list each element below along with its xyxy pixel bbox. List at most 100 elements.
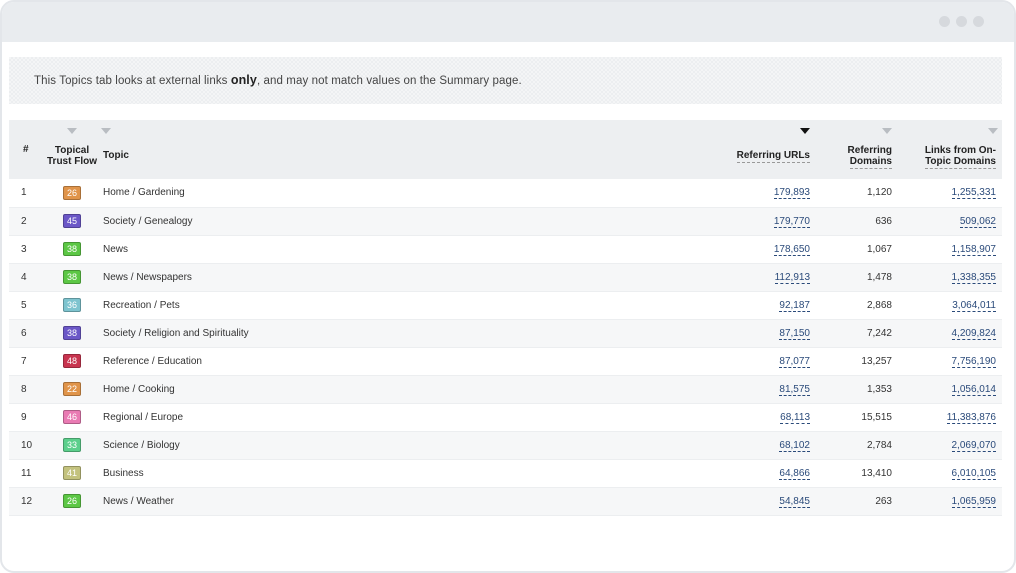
row-number: 6: [21, 327, 27, 339]
referring-urls-link[interactable]: 81,575: [779, 383, 810, 396]
table-row: 5 36 Recreation / Pets 92,187 2,868 3,064,011: [9, 291, 1002, 319]
referring-urls-cell: 81,575: [700, 375, 820, 403]
referring-domains-value: 1,067: [866, 243, 892, 255]
row-number: 3: [21, 243, 27, 255]
referring-domains-value: 1,478: [866, 271, 892, 283]
referring-domains-value: 13,410: [861, 467, 892, 479]
referring-domains-value: 15,515: [861, 411, 892, 423]
referring-urls-link[interactable]: 112,913: [774, 271, 810, 284]
topic-name: News / Weather: [103, 495, 174, 507]
referring-domains-value: 2,784: [866, 439, 892, 451]
row-number: 12: [21, 495, 33, 507]
topic-name: Regional / Europe: [103, 411, 184, 423]
referring-urls-link[interactable]: 64,866: [779, 467, 810, 480]
table-row: 10 33 Science / Biology 68,102 2,784 2,069,07…: [9, 431, 1002, 459]
header-topical-trust-flow[interactable]: Topical Trust Flow: [43, 120, 101, 179]
topics-notice: This Topics tab looks at external links …: [9, 57, 1002, 104]
referring-urls-cell: 68,102: [700, 431, 820, 459]
sort-arrow-icon[interactable]: [988, 128, 998, 134]
table-row: 12 26 News / Weather 54,845 263 1,065,959: [9, 487, 1002, 515]
header-topic[interactable]: Topic: [101, 120, 700, 179]
referring-urls-link[interactable]: 92,187: [779, 299, 810, 312]
table-row: 11 41 Business 64,866 13,410 6,010,105: [9, 459, 1002, 487]
topic-name: News / Newspapers: [103, 271, 192, 283]
notice-text-bold: only: [230, 73, 257, 87]
links-on-topic-link[interactable]: 7,756,190: [951, 355, 996, 368]
links-on-topic-link[interactable]: 3,064,011: [952, 299, 996, 312]
trust-flow-badge: 38: [63, 242, 81, 256]
trust-flow-cell: 38: [43, 263, 101, 291]
links-cell: 4,209,824: [902, 319, 1002, 347]
sort-arrow-icon[interactable]: [67, 128, 77, 134]
table-row: 3 38 News 178,650 1,067 1,158,907: [9, 235, 1002, 263]
referring-urls-link[interactable]: 87,077: [779, 355, 810, 368]
links-on-topic-link[interactable]: 11,383,876: [946, 411, 996, 424]
referring-urls-link[interactable]: 68,113: [780, 411, 810, 424]
links-cell: 7,756,190: [902, 347, 1002, 375]
links-on-topic-link[interactable]: 4,209,824: [951, 327, 996, 340]
header-links-on-topic[interactable]: Links from On- Topic Domains: [902, 120, 1002, 179]
referring-urls-link[interactable]: 178,650: [773, 243, 810, 256]
referring-urls-link[interactable]: 87,150: [779, 327, 810, 340]
referring-urls-link[interactable]: 179,770: [773, 215, 810, 228]
referring-urls-cell: 68,113: [700, 403, 820, 431]
window-dot-icon[interactable]: [973, 16, 984, 27]
sort-arrow-active-icon[interactable]: [800, 128, 810, 134]
table-header-row: # Topical Trust Flow Topic Referring URL…: [9, 120, 1002, 179]
trust-flow-cell: 41: [43, 459, 101, 487]
row-number: 9: [21, 411, 27, 423]
header-number: #: [23, 144, 29, 155]
trust-flow-badge: 38: [63, 326, 81, 340]
trust-flow-cell: 38: [43, 319, 101, 347]
links-on-topic-link[interactable]: 2,069,070: [951, 439, 996, 452]
links-on-topic-link[interactable]: 6,010,105: [951, 467, 996, 480]
row-number: 8: [21, 383, 27, 395]
referring-domains-value: 1,120: [866, 187, 892, 199]
sort-arrow-icon[interactable]: [882, 128, 892, 134]
links-on-topic-link[interactable]: 1,255,331: [951, 187, 996, 200]
window-dot-icon[interactable]: [939, 16, 950, 27]
table-row: 1 26 Home / Gardening 179,893 1,120 1,255,331: [9, 179, 1002, 207]
links-cell: 6,010,105: [902, 459, 1002, 487]
trust-flow-badge: 45: [63, 214, 81, 228]
links-on-topic-link[interactable]: 509,062: [959, 215, 996, 228]
trust-flow-cell: 26: [43, 487, 101, 515]
links-on-topic-link[interactable]: 1,338,355: [951, 271, 996, 284]
referring-domains-value: 263: [875, 495, 892, 507]
topic-name: Home / Gardening: [103, 187, 185, 199]
links-cell: 1,065,959: [902, 487, 1002, 515]
trust-flow-badge: 36: [63, 298, 81, 312]
topic-name: Business: [103, 467, 144, 479]
trust-flow-badge: 22: [63, 382, 81, 396]
trust-flow-badge: 38: [63, 270, 81, 284]
topic-name: Recreation / Pets: [103, 299, 180, 311]
title-bar: [2, 2, 1014, 42]
referring-urls-link[interactable]: 68,102: [779, 439, 810, 452]
header-referring-domains[interactable]: Referring Domains: [820, 120, 902, 179]
table-row: 6 38 Society / Religion and Spirituality 87…: [9, 319, 1002, 347]
sort-arrow-icon[interactable]: [101, 128, 111, 134]
referring-urls-cell: 112,913: [700, 263, 820, 291]
topic-name: Society / Religion and Spirituality: [103, 327, 249, 339]
referring-urls-link[interactable]: 179,893: [773, 187, 810, 200]
topic-name: Home / Cooking: [103, 383, 175, 395]
header-referring-urls[interactable]: Referring URLs: [700, 120, 820, 179]
header-rd-line1: Referring: [847, 145, 892, 156]
referring-urls-cell: 179,770: [700, 207, 820, 235]
links-on-topic-link[interactable]: 1,056,014: [951, 383, 996, 396]
header-ttf-line2: Trust Flow: [47, 156, 97, 167]
links-cell: 509,062: [902, 207, 1002, 235]
window-dot-icon[interactable]: [956, 16, 967, 27]
links-on-topic-link[interactable]: 1,065,959: [951, 495, 996, 508]
header-links-line1: Links from On-: [924, 145, 996, 156]
row-number: 7: [21, 355, 27, 367]
topic-name: Science / Biology: [103, 439, 180, 451]
row-number: 4: [21, 271, 27, 283]
links-on-topic-link[interactable]: 1,158,907: [951, 243, 996, 256]
referring-urls-link[interactable]: 54,845: [779, 495, 810, 508]
table-row: 9 46 Regional / Europe 68,113 15,515 11,383,8…: [9, 403, 1002, 431]
referring-urls-cell: 87,150: [700, 319, 820, 347]
trust-flow-cell: 48: [43, 347, 101, 375]
trust-flow-cell: 26: [43, 179, 101, 207]
row-number: 11: [21, 467, 32, 479]
